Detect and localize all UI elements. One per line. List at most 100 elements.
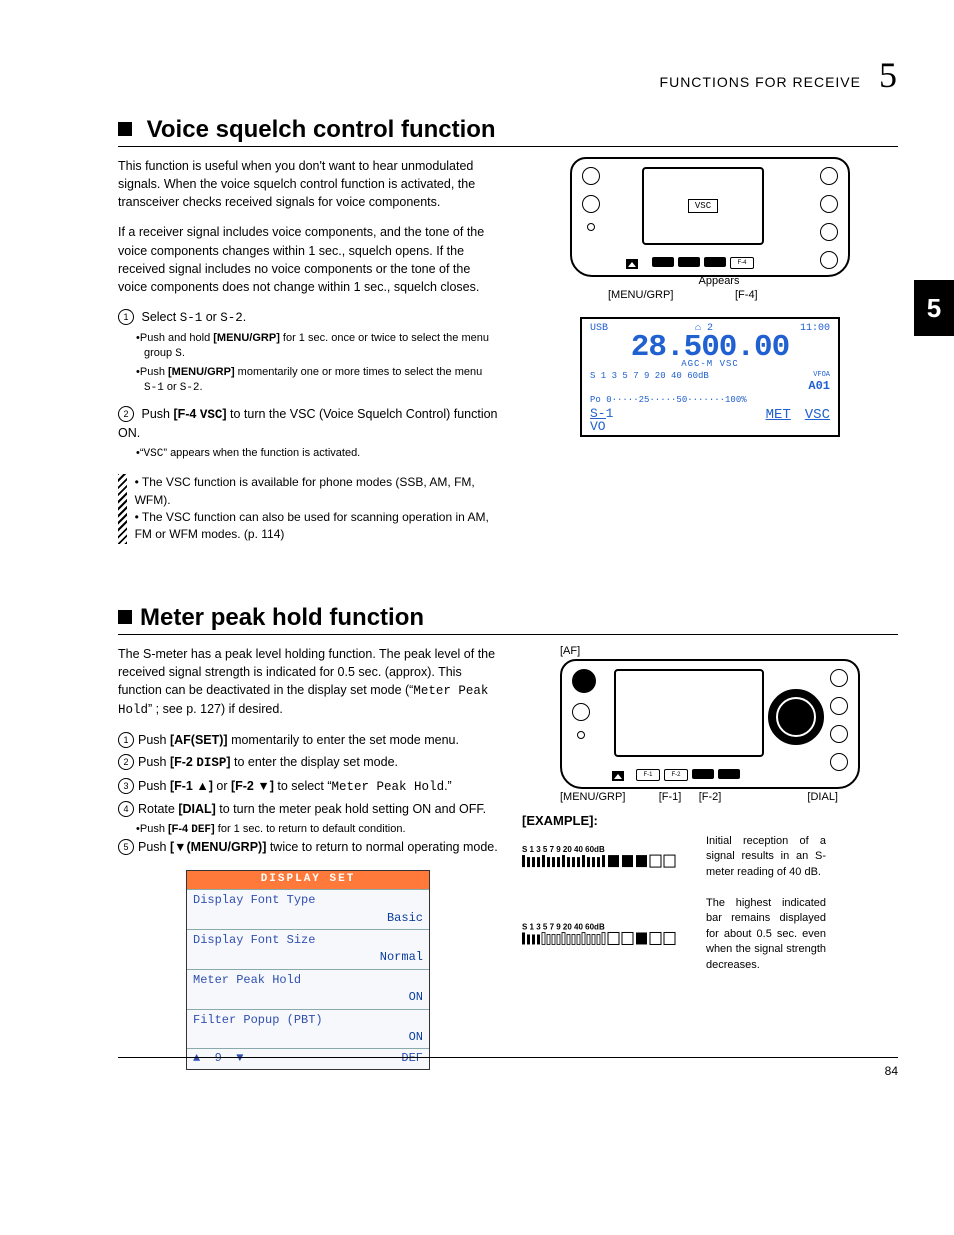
label-af: [AF] [560,645,898,657]
menu-key-icon [612,771,624,781]
soft-key [652,257,674,267]
lcd-agc: AGC-M VSC [590,359,830,369]
lcd-mode: USB [590,323,608,334]
svg-text:S 1 3 5 7 9 20: S 1 3 5 7 9 20 40 60dB [522,845,605,854]
label-f4: [F-4] [723,289,850,301]
mph-step-4a: •Push [F-4 DEF] for 1 sec. to return to … [126,822,498,838]
mph-intro: The S-meter has a peak level holding fun… [118,645,498,720]
example-text-2: The highest indicated bar remains displa… [706,896,826,973]
vsc-badge: VSC [688,199,718,213]
s-meter-icon-full: S 1 3 5 7 9 20 40 60dB [522,834,692,880]
section-meter-peak-hold: Meter peak hold function The S-meter has… [118,604,898,1070]
thumb-tab: 5 [914,280,954,336]
dset-title: DISPLAY SET [187,871,429,889]
af-knob-icon [572,669,596,693]
heading-text: Meter peak hold function [140,604,424,631]
lcd-display: USB ⌂ 2 11:00 28.500.00 AGC-M VSC S 1 3 … [580,317,840,437]
knob-icon [582,195,600,213]
meter-example-1: S 1 3 5 7 9 20 40 60dB [522,834,898,880]
knob-icon [820,251,838,269]
radio-screen: VSC [642,167,764,245]
label-menu-grp: [MENU/GRP] [560,791,650,803]
soft-key [718,769,740,779]
vsc-figure-column: VSC F-4 Appears [ [522,157,898,544]
dset-row: Filter Popup (PBT)ON [187,1009,429,1049]
knob-icon [830,753,848,771]
section-name: FUNCTIONS FOR RECEIVE [660,74,861,90]
dot-icon [587,223,595,231]
vsc-step-1a: •Push and hold [MENU/GRP] for 1 sec. onc… [126,331,498,363]
bullet-square-icon [118,610,132,624]
display-set-table: DISPLAY SET Display Font TypeBasic Displ… [186,870,430,1069]
vsc-step-1: 1 Select S-1 or S-2. [118,308,498,327]
section-heading: Voice squelch control function [118,116,898,147]
footer-rule [118,1057,898,1058]
running-header: FUNCTIONS FOR RECEIVE 5 [660,54,898,96]
soft-key-f2: F-2 [664,769,688,781]
label-menu-grp: [MENU/GRP] [570,289,723,301]
vsc-intro-1: This function is useful when you don't w… [118,157,498,211]
vsc-intro-2: If a receiver signal includes voice comp… [118,223,498,296]
vsc-text-column: This function is useful when you don't w… [118,157,498,544]
knob-icon [582,167,600,185]
mph-step-5: 5Push [▼(MENU/GRP)] twice to return to n… [118,838,498,856]
knob-icon [820,223,838,241]
lcd-met: MET [766,407,791,433]
soft-key [692,769,714,779]
radio-diagram-vsc: VSC F-4 Appears [ [570,157,850,301]
radio-screen [614,669,764,757]
dset-row: Display Font SizeNormal [187,929,429,969]
knob-icon [830,725,848,743]
hatch-icon [118,474,127,544]
vsc-step-2a: •“VSC” appears when the function is acti… [126,446,498,462]
svg-text:S 1 3 5 7 9 20: S 1 3 5 7 9 20 40 60dB [522,922,605,931]
knob-icon [830,669,848,687]
soft-key-f4: F-4 [730,257,754,269]
note-1: The VSC function is available for phone … [135,475,475,506]
chapter-number: 5 [879,54,898,96]
note-2: The VSC function can also be used for sc… [135,510,489,541]
mph-step-3: 3Push [F-1 ▲] or [F-2 ▼] to select “Mete… [118,777,498,796]
mph-text-column: The S-meter has a peak level holding fun… [118,645,498,1070]
label-f2: [F-2] [690,791,730,803]
step-number-1: 1 [118,309,134,325]
dial-knob-icon [768,689,824,745]
dset-row: Display Font TypeBasic [187,889,429,929]
label-f1: [F-1] [650,791,690,803]
lcd-vsc: VSC [805,407,830,433]
lcd-vfo: VFOA [808,371,830,379]
vsc-notes: • The VSC function is available for phon… [118,474,498,544]
mph-figure-column: [AF] [522,645,898,1070]
up-icon: ▲ [193,1051,200,1065]
lcd-scale2: Po 0·····25·····50·······100% [590,395,747,405]
radio-diagram-mph: F-1 F-2 [MENU/GRP] [F-1] [F-2] [DIAL] [560,659,860,803]
label-dial: [DIAL] [730,791,860,803]
vsc-step-1b: •Push [MENU/GRP] momentarily one or more… [126,365,498,397]
step-number-2: 2 [118,406,134,422]
example-heading: [EXAMPLE]: [522,813,898,828]
dset-footer: ▲ 9 ▼ DEF [187,1048,429,1068]
knob-icon [572,703,590,721]
manual-page: FUNCTIONS FOR RECEIVE 5 5 Voice squelch … [0,0,954,1090]
example-text-1: Initial reception of a signal results in… [706,834,826,880]
lcd-time: 11:00 [800,323,830,334]
mph-step-4: 4Rotate [DIAL] to turn the meter peak ho… [118,800,498,818]
section-heading: Meter peak hold function [118,604,898,635]
mph-step-2: 2Push [F-2 DISP] to enter the display se… [118,753,498,772]
meter-example-2: S 1 3 5 7 9 20 40 60dB [522,896,898,973]
lcd-s1: S-1 VO [590,407,613,433]
example-block: [EXAMPLE]: S 1 3 5 7 9 20 40 60dB [522,813,898,973]
menu-key-icon [626,259,638,269]
knob-icon [830,697,848,715]
s-meter-icon-peak: S 1 3 5 7 9 20 40 60dB [522,896,692,973]
vsc-step-2: 2 Push [F-4 VSC] to turn the VSC (Voice … [118,405,498,442]
page-number: 84 [885,1064,898,1078]
soft-key-f1: F-1 [636,769,660,781]
mph-step-1: 1Push [AF(SET)] momentarily to enter the… [118,731,498,749]
down-icon: ▼ [236,1051,243,1065]
dset-row: Meter Peak HoldON [187,969,429,1009]
lcd-scale: S 1 3 5 7 9 20 40 60dB [590,371,804,393]
soft-key [704,257,726,267]
lcd-mem: A01 [808,379,830,393]
knob-icon [820,195,838,213]
